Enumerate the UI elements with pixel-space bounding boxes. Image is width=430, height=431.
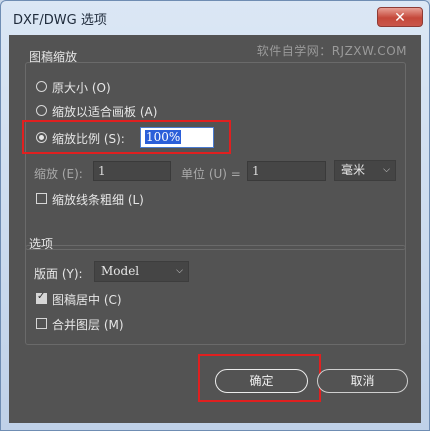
watermark: 软件自学网：RJZXW.COM [256,44,407,58]
dialog-window: DXF/DWG 选项 ✕ 软件自学网：RJZXW.COM 图稿缩放 原大小 (O… [0,0,430,431]
unit-input-value: 1 [252,164,260,178]
scale-lineweights-checkbox[interactable] [36,193,47,204]
merge-layers-label[interactable]: 合并图层 (M) [52,316,124,333]
unit-select-value: 毫米 [341,163,366,177]
cancel-button[interactable]: 取消 [317,369,408,393]
chevron-down-icon: ⌵ [383,165,390,175]
highlight-box-ok [198,354,321,402]
original-size-label[interactable]: 原大小 (O) [52,79,111,96]
center-artwork-checkbox[interactable] [36,291,47,304]
unit-label: 单位 (U) = [181,167,241,181]
dialog-body: 软件自学网：RJZXW.COM 图稿缩放 原大小 (O) 缩放以适合画板 (A)… [9,35,421,423]
options-group-title: 选项 [29,237,54,251]
highlight-box-scale [22,120,231,154]
fit-artboard-label[interactable]: 缩放以适合画板 (A) [52,103,157,120]
scale-label: 缩放 (E): [34,167,83,181]
fit-artboard-radio[interactable] [36,105,47,116]
scale-input[interactable]: 1 [93,161,171,181]
scale-lineweights-label[interactable]: 缩放线条粗细 (L) [52,191,144,208]
layout-select[interactable]: Model ⌵ [94,261,189,282]
layout-label: 版面 (Y): [34,267,83,281]
close-icon: ✕ [394,10,406,26]
scale-group-title: 图稿缩放 [29,50,78,64]
layout-select-value: Model [101,264,140,278]
original-size-radio[interactable] [36,81,47,92]
unit-select[interactable]: 毫米 ⌵ [334,160,396,181]
window-title: DXF/DWG 选项 [13,13,107,28]
center-artwork-label[interactable]: 图稿居中 (C) [52,291,122,308]
close-button[interactable]: ✕ [377,7,423,27]
scale-input-value: 1 [98,164,106,178]
chevron-down-icon: ⌵ [176,266,183,276]
title-bar[interactable]: DXF/DWG 选项 ✕ [1,1,429,35]
merge-layers-checkbox[interactable] [36,318,47,329]
unit-input[interactable]: 1 [247,161,326,181]
